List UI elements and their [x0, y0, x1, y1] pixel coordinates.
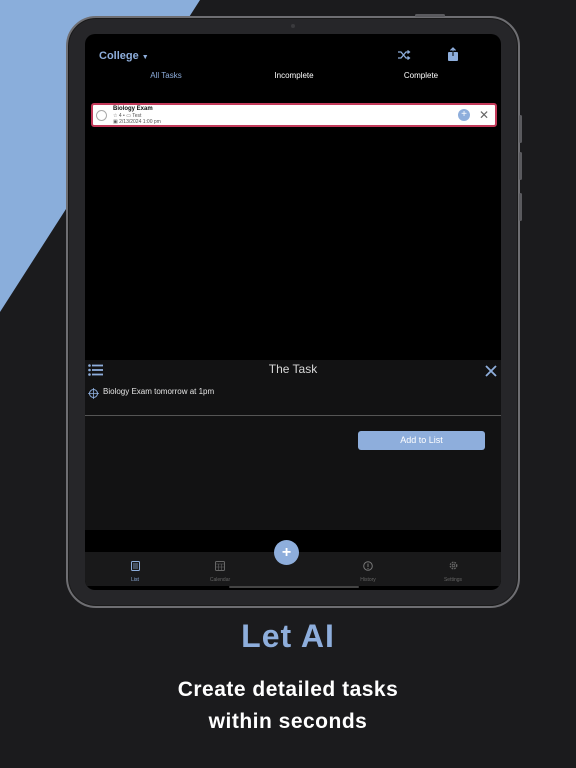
front-camera: [291, 24, 295, 28]
device-button-side: [519, 193, 522, 221]
tabbar-label: List: [131, 577, 139, 583]
ai-prompt-text[interactable]: Biology Exam tomorrow at 1pm: [103, 387, 214, 396]
shuffle-icon[interactable]: [397, 48, 411, 66]
task-due: ▣ 2/13/2024 1:00 pm: [113, 119, 161, 125]
list-doc-icon: [130, 561, 140, 571]
chevron-down-icon: ▼: [141, 54, 149, 61]
headline: Let AI: [241, 618, 335, 654]
close-icon[interactable]: ✕: [479, 107, 489, 123]
filter-tabs: All Tasks Incomplete Complete: [85, 71, 501, 85]
add-subtask-icon[interactable]: +: [458, 109, 470, 121]
tabbar-label: History: [360, 577, 376, 583]
gear-icon: [449, 561, 457, 570]
subline-line-2: within seconds: [208, 710, 368, 733]
tabbar-item-list[interactable]: List: [115, 558, 155, 583]
tabbar-item-history[interactable]: History: [348, 558, 388, 583]
device-button-volume-up: [519, 115, 522, 143]
device-button-volume-down: [519, 152, 522, 180]
tabbar-item-settings[interactable]: Settings: [433, 558, 473, 583]
task-due-date: 2/13/2024 1:00 pm: [119, 119, 161, 125]
add-task-button[interactable]: +: [274, 540, 299, 565]
task-complete-checkbox[interactable]: [96, 110, 107, 121]
history-icon: [363, 561, 373, 571]
list-selector[interactable]: College ▼: [99, 50, 149, 62]
list-name: College: [99, 50, 139, 62]
subline-line-1: Create detailed tasks: [177, 678, 399, 701]
calendar-small-icon: ▣: [113, 119, 118, 125]
add-to-list-button[interactable]: Add to List: [358, 431, 485, 450]
subline: Create detailed tasks within seconds: [0, 674, 576, 738]
device-button-top: [415, 14, 445, 17]
tabbar-label: Settings: [443, 577, 463, 583]
tabbar-label: Calendar: [209, 577, 231, 583]
close-sheet-icon[interactable]: [485, 364, 497, 382]
task-name: Biology Exam: [113, 106, 153, 112]
calendar-icon: [215, 561, 225, 571]
task-item[interactable]: Biology Exam ☆ 4 • ▭ Test ▣ 2/13/2024 1:…: [91, 103, 497, 127]
ai-task-sheet: The Task Biology Exam tomorrow at 1pm Ad…: [85, 360, 501, 530]
home-indicator: [229, 586, 359, 588]
sheet-title: The Task: [268, 362, 318, 376]
divider: [85, 415, 501, 416]
app-screen: College ▼ All Tasks Incomplete Complete B…: [85, 34, 501, 590]
tabbar-item-calendar[interactable]: Calendar: [200, 558, 240, 583]
ai-sparkle-icon: [88, 386, 99, 404]
share-icon[interactable]: [447, 47, 459, 67]
tab-incomplete[interactable]: Incomplete: [274, 71, 313, 80]
tab-all-tasks[interactable]: All Tasks: [150, 71, 181, 80]
tab-complete[interactable]: Complete: [404, 71, 438, 80]
